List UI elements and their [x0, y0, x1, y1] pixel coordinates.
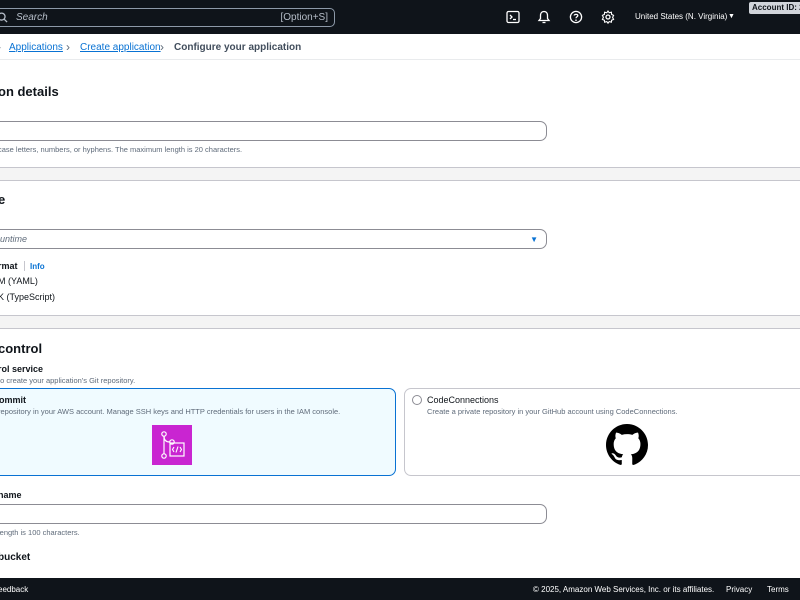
application-name-input[interactable]: [0, 121, 547, 141]
cloudshell-icon[interactable]: [506, 10, 520, 24]
section-divider: [0, 180, 800, 181]
top-navigation: Search [Option+S] United States (N. Virg…: [0, 0, 800, 34]
source-service-label: rol service: [0, 364, 44, 374]
section-gap: [0, 168, 800, 180]
gear-icon[interactable]: [601, 10, 615, 24]
codecommit-tile[interactable]: [0, 388, 396, 476]
chevron-right-icon: ›: [160, 40, 164, 54]
search-shortcut: [Option+S]: [280, 12, 328, 23]
help-icon[interactable]: [569, 10, 583, 24]
template-format-label: rmat: [0, 261, 18, 271]
breadcrumb-create-application[interactable]: Create application: [80, 42, 161, 53]
section-title-details: on details: [0, 84, 59, 99]
name-constraint-hint: case letters, numbers, or hyphens. The m…: [0, 145, 243, 154]
bell-icon[interactable]: [537, 10, 551, 24]
main-content: on details case letters, numbers, or hyp…: [0, 60, 800, 578]
region-selector[interactable]: United States (N. Virginia): [635, 12, 727, 21]
codeconnections-radio[interactable]: [412, 395, 422, 405]
bucket-label: bucket: [0, 552, 31, 563]
format-option-typescript[interactable]: K (TypeScript): [0, 292, 55, 302]
github-logo-icon: [606, 424, 648, 465]
runtime-select-value: untime: [0, 234, 28, 244]
caret-down-icon[interactable]: ▼: [728, 13, 735, 20]
search-placeholder: Search: [16, 12, 48, 23]
section-divider: [0, 328, 800, 329]
section-title-runtime: e: [0, 192, 6, 207]
source-service-description: to create your application's Git reposit…: [0, 376, 136, 385]
breadcrumb-applications[interactable]: Applications: [9, 42, 63, 53]
repository-name-input[interactable]: [0, 504, 547, 524]
codecommit-title: ommit: [0, 395, 26, 405]
footer: eedback © 2025, Amazon Web Services, Inc…: [0, 578, 800, 600]
chevron-right-icon: ›: [66, 40, 70, 54]
breadcrumb-current: Configure your application: [174, 42, 302, 53]
codecommit-logo-icon: [152, 425, 192, 465]
section-title-source-control: control: [0, 341, 43, 356]
breadcrumb: › Applications › Create application › Co…: [0, 34, 800, 60]
runtime-select[interactable]: untime ▼: [0, 229, 547, 249]
format-option-yaml[interactable]: M (YAML): [0, 276, 38, 286]
account-id-badge[interactable]: Account ID: 2: [749, 2, 800, 14]
repository-name-hint: length is 100 characters.: [0, 528, 80, 537]
feedback-link[interactable]: eedback: [0, 585, 28, 594]
search-icon: [0, 12, 8, 23]
privacy-link[interactable]: Privacy: [726, 585, 752, 594]
chevron-right-icon: ›: [0, 40, 1, 54]
codeconnections-title: CodeConnections: [427, 395, 499, 405]
label-separator: [24, 261, 25, 271]
info-link[interactable]: Info: [30, 262, 45, 271]
terms-link[interactable]: Terms: [767, 585, 789, 594]
search-bar[interactable]: Search [Option+S]: [0, 8, 335, 27]
copyright-text: © 2025, Amazon Web Services, Inc. or its…: [533, 585, 715, 594]
codecommit-description: repository in your AWS account. Manage S…: [0, 407, 341, 416]
section-gap: [0, 316, 800, 328]
caret-down-icon: ▼: [530, 235, 538, 244]
codeconnections-description: Create a private repository in your GitH…: [427, 407, 678, 416]
repository-name-label: name: [0, 490, 22, 500]
